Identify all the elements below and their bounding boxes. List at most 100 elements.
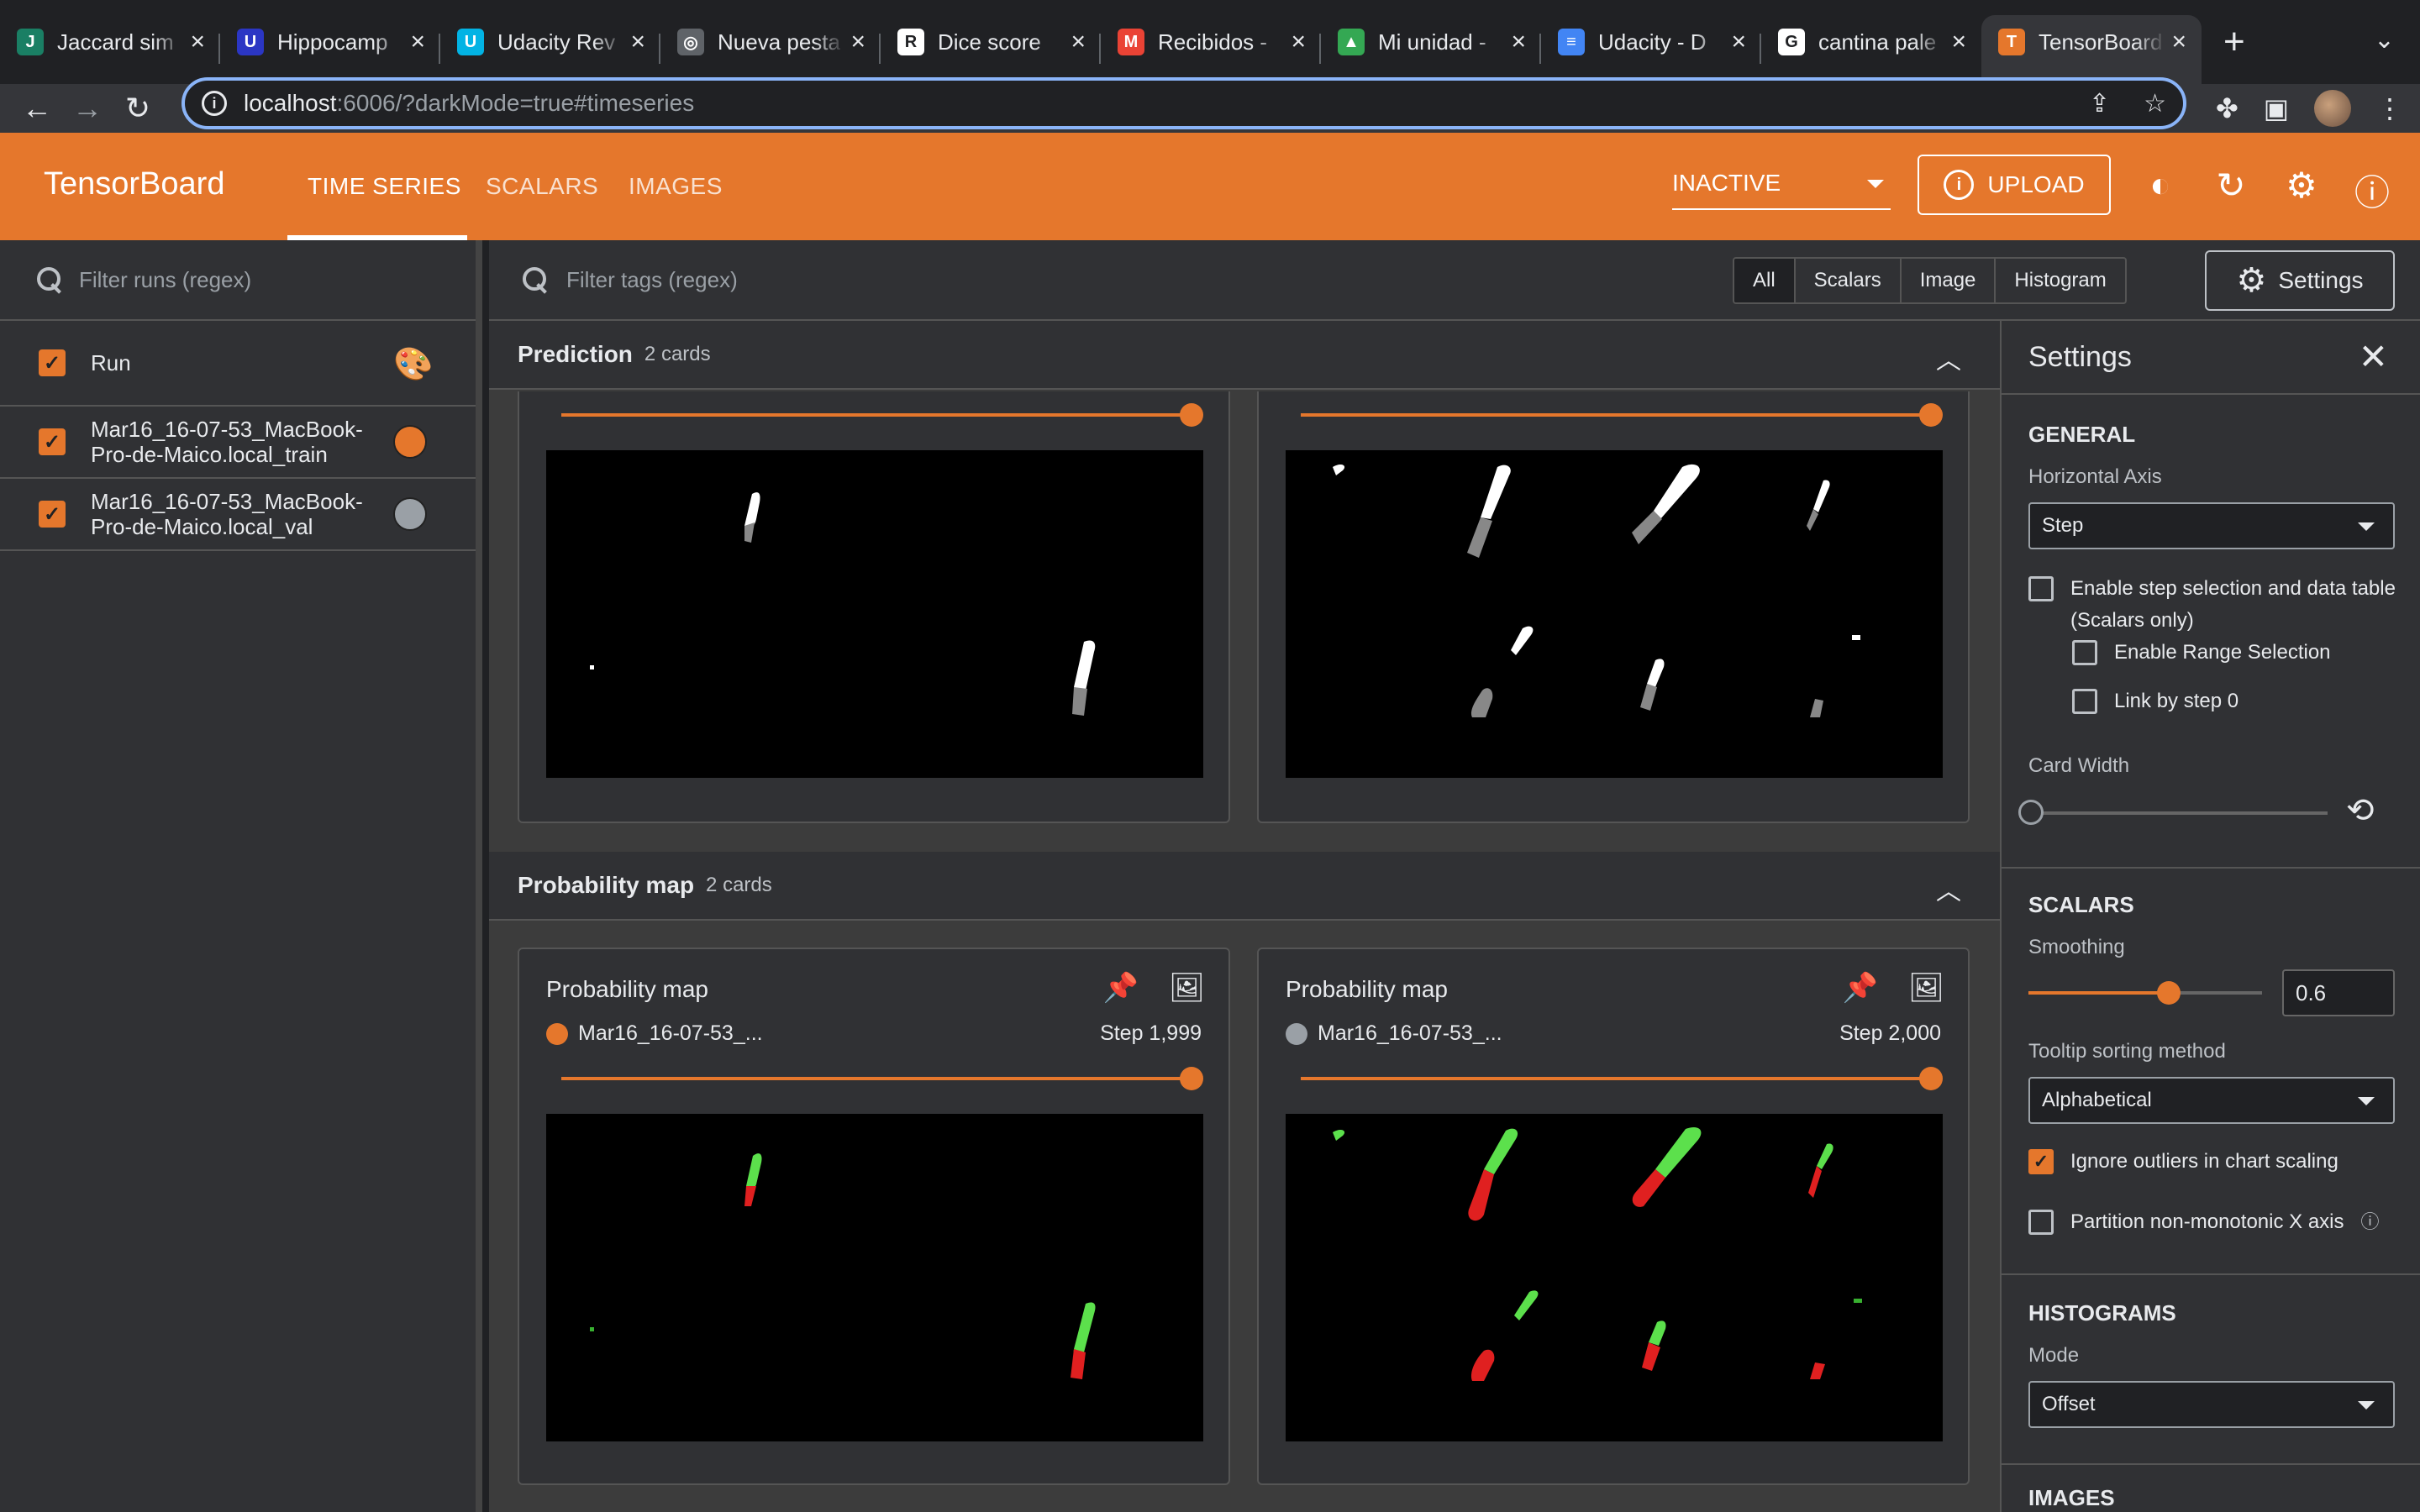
dark-mode-icon[interactable]: ◐	[2139, 165, 2181, 216]
enable-step-checkbox[interactable]	[2028, 576, 2054, 601]
gear-icon[interactable]: ⚙	[2281, 165, 2323, 216]
tab-close-icon[interactable]: ×	[190, 28, 205, 56]
step-slider[interactable]	[1301, 1067, 1943, 1090]
image-settings-icon[interactable]: 🖼	[1908, 971, 1944, 1005]
horizontal-axis-select[interactable]: Step	[2028, 502, 2395, 549]
new-tab-icon[interactable]: +	[2202, 15, 2245, 84]
pin-icon[interactable]: 📌	[1102, 971, 1138, 1005]
browser-menu-icon[interactable]: ⋮	[2376, 92, 2403, 124]
run-row-val[interactable]: ✓ Mar16_16-07-53_MacBook- Pro-de-Maico.lo…	[0, 479, 476, 551]
probability-map-image[interactable]	[546, 1114, 1203, 1441]
run-color-swatch[interactable]	[393, 497, 427, 531]
tab-close-icon[interactable]: ×	[410, 28, 425, 56]
tab-close-icon[interactable]: ×	[1071, 28, 1086, 56]
step-slider-knob[interactable]	[1919, 403, 1943, 427]
tab-close-icon[interactable]: ×	[850, 28, 865, 56]
forward-arrow-icon[interactable]: →	[62, 91, 113, 126]
upload-button[interactable]: i UPLOAD	[1918, 155, 2111, 215]
reset-icon[interactable]: ⟲	[2346, 791, 2375, 830]
pin-icon[interactable]: 📌	[1842, 971, 1877, 1005]
tab-close-icon[interactable]: ×	[1951, 28, 1966, 56]
tags-filter-input[interactable]: Filter tags (regex)	[566, 267, 738, 293]
probability-map-graphic	[590, 1153, 1096, 1379]
reload-icon[interactable]: ↻	[113, 91, 163, 126]
settings-button[interactable]: ⚙ Settings	[2205, 250, 2395, 311]
tooltip-sort-select[interactable]: Alphabetical	[2028, 1077, 2395, 1124]
filter-histogram[interactable]: Histogram	[1996, 259, 2124, 302]
card-width-knob[interactable]	[2018, 800, 2044, 825]
partition-checkbox[interactable]	[2028, 1210, 2054, 1235]
tab-scalars[interactable]: SCALARS	[486, 173, 598, 200]
step-slider[interactable]	[1301, 403, 1943, 427]
link-by-step[interactable]: Link by step 0	[2072, 685, 2238, 717]
step-slider-knob[interactable]	[1919, 1067, 1943, 1090]
browser-tab[interactable]: T TensorBoard ×	[1981, 15, 2202, 84]
back-arrow-icon[interactable]: ←	[12, 91, 62, 126]
step-slider-knob[interactable]	[1180, 1067, 1203, 1090]
browser-tab[interactable]: M Recibidos - ×	[1101, 15, 1321, 84]
section-header-probability-map[interactable]: Probability map 2 cards ︿	[489, 852, 2000, 921]
palette-icon[interactable]: 🎨	[393, 346, 433, 383]
tab-search-icon[interactable]: ⌄	[2374, 25, 2395, 55]
tab-close-icon[interactable]: ×	[630, 28, 645, 56]
extensions-puzzle-icon[interactable]: ✤	[2216, 92, 2238, 124]
prediction-image[interactable]	[546, 450, 1203, 778]
tab-time-series[interactable]: TIME SERIES	[308, 173, 461, 200]
runs-filter[interactable]: Filter runs (regex)	[0, 240, 476, 321]
run-checkbox-val[interactable]: ✓	[39, 501, 66, 528]
enable-range-selection[interactable]: Enable Range Selection	[2072, 637, 2331, 669]
enable-step-selection[interactable]: Enable step selection and data table (Sca…	[2028, 573, 2396, 637]
help-icon[interactable]: ⓘ	[2361, 1206, 2380, 1238]
smoothing-slider-knob[interactable]	[2156, 981, 2181, 1005]
browser-tab[interactable]: ◎ Nueva pesta ×	[660, 15, 881, 84]
run-checkbox-train[interactable]: ✓	[39, 428, 66, 455]
profile-avatar[interactable]	[2314, 90, 2351, 127]
step-slider[interactable]	[561, 403, 1203, 427]
image-settings-icon[interactable]: 🖼	[1169, 971, 1205, 1005]
tab-close-icon[interactable]: ×	[2171, 28, 2186, 56]
histogram-mode-select[interactable]: Offset	[2028, 1381, 2395, 1428]
step-slider-knob[interactable]	[1180, 403, 1203, 427]
refresh-icon[interactable]: ↻	[2210, 165, 2252, 216]
filter-scalars[interactable]: Scalars	[1796, 259, 1902, 302]
help-icon[interactable]: ⓘ	[2351, 165, 2393, 216]
browser-tab[interactable]: U Udacity Rev ×	[440, 15, 660, 84]
browser-tab[interactable]: Gcantina pale ×	[1761, 15, 1981, 84]
url-text[interactable]: localhost:6006/?darkMode=true#timeseries	[244, 90, 694, 117]
run-row-train[interactable]: ✓ Mar16_16-07-53_MacBook- Pro-de-Maico.lo…	[0, 407, 476, 479]
browser-tab[interactable]: ▲ Mi unidad - ×	[1321, 15, 1541, 84]
runs-filter-input[interactable]: Filter runs (regex)	[79, 267, 251, 293]
select-all-runs-checkbox[interactable]: ✓	[39, 349, 66, 376]
probability-map-image[interactable]	[1286, 1114, 1943, 1441]
site-info-icon[interactable]: i	[202, 91, 227, 116]
ignore-outliers[interactable]: ✓ Ignore outliers in chart scaling	[2028, 1146, 2338, 1178]
chevron-up-icon[interactable]: ︿	[1936, 870, 1961, 907]
partition-x-axis[interactable]: Partition non-monotonic X axis ⓘ	[2028, 1206, 2380, 1238]
link-by-step-checkbox[interactable]	[2072, 689, 2097, 714]
tab-images[interactable]: IMAGES	[629, 173, 723, 200]
smoothing-input[interactable]: 0.6	[2282, 969, 2395, 1016]
address-bar[interactable]: i localhost:6006/?darkMode=true#timeseri…	[182, 77, 2186, 129]
tab-close-icon[interactable]: ×	[1731, 28, 1746, 56]
browser-tab[interactable]: U Hippocamp ×	[220, 15, 440, 84]
tab-close-icon[interactable]: ×	[1291, 28, 1306, 56]
enable-range-checkbox[interactable]	[2072, 640, 2097, 665]
ignore-outliers-checkbox[interactable]: ✓	[2028, 1149, 2054, 1174]
browser-tab[interactable]: ≡ Udacity - D ×	[1541, 15, 1761, 84]
browser-tab[interactable]: J Jaccard sim ×	[0, 15, 220, 84]
chevron-up-icon[interactable]: ︿	[1936, 339, 1961, 376]
plugin-select[interactable]: INACTIVE	[1672, 170, 1891, 210]
close-icon[interactable]: ✕	[2359, 336, 2388, 377]
filter-all[interactable]: All	[1734, 259, 1796, 302]
card-width-slider[interactable]	[2028, 811, 2328, 815]
browser-tab[interactable]: R Dice score ×	[881, 15, 1101, 84]
step-slider[interactable]	[561, 1067, 1203, 1090]
run-color-swatch[interactable]	[393, 425, 427, 459]
tab-close-icon[interactable]: ×	[1511, 28, 1526, 56]
filter-image[interactable]: Image	[1902, 259, 1996, 302]
share-icon[interactable]: ⇪	[2089, 89, 2110, 118]
side-panel-icon[interactable]: ▣	[2264, 92, 2289, 124]
section-header-prediction[interactable]: Prediction 2 cards ︿	[489, 321, 2000, 390]
bookmark-star-icon[interactable]: ☆	[2144, 89, 2166, 118]
prediction-image[interactable]	[1286, 450, 1943, 778]
